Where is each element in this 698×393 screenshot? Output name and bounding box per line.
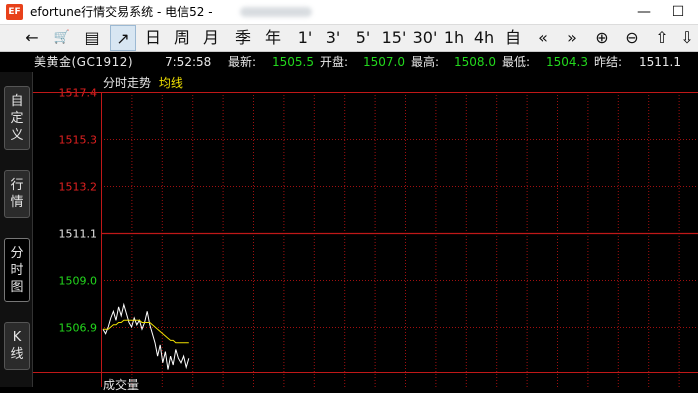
- high-label: 最高:: [411, 55, 440, 69]
- chart-header: 分时走势 均线: [103, 74, 183, 91]
- 15min-button[interactable]: 15': [380, 25, 408, 51]
- tab-custom-label: 自定义: [10, 94, 24, 143]
- yearly-button[interactable]: 年: [261, 25, 285, 51]
- chart-canvas[interactable]: 1517.41515.31513.21511.11509.01506.9: [33, 72, 698, 387]
- y-axis-tick-label: 1509.0: [59, 275, 98, 288]
- double-chevron-left-icon[interactable]: «: [531, 25, 555, 51]
- tab-kline-label: K线: [10, 330, 24, 362]
- instrument-name: 美黄金(GC1912): [34, 55, 134, 69]
- minimize-button[interactable]: —: [630, 2, 658, 22]
- quote-time: 7:52:58: [165, 55, 212, 69]
- redacted-server-name: [240, 7, 312, 17]
- high-value: 1508.0: [454, 55, 496, 69]
- y-axis-tick-label: 1513.2: [59, 181, 98, 194]
- down-arrow-icon[interactable]: ⇩: [676, 25, 698, 51]
- app-logo-icon: EF: [6, 4, 23, 20]
- weekly-button[interactable]: 周: [170, 25, 194, 51]
- price-series-line: [102, 302, 190, 370]
- back-arrow-icon[interactable]: ←: [20, 25, 44, 51]
- title-bar: EF efortune行情交易系统 - 电信52 - — ☐: [0, 0, 698, 25]
- latest-label: 最新:: [228, 55, 257, 69]
- latest-value: 1505.5: [272, 55, 314, 69]
- cart-icon[interactable]: 🛒: [50, 25, 74, 51]
- y-axis-tick-label: 1511.1: [59, 228, 98, 241]
- 30min-button[interactable]: 30': [410, 25, 440, 51]
- 1hour-button[interactable]: 1h: [442, 25, 466, 51]
- side-tab-bar: 自定义 行情 分时图 K线: [0, 72, 33, 387]
- y-axis-tick-label: 1515.3: [59, 134, 98, 147]
- quote-info-bar: 美黄金(GC1912) 7:52:58 最新: 1505.5 开盘: 1507.…: [0, 52, 698, 72]
- prev-settle-label: 昨结:: [594, 55, 623, 69]
- chart-title: 分时走势: [103, 76, 152, 90]
- y-axis-tick-label: 1506.9: [59, 322, 98, 335]
- 3min-button[interactable]: 3': [320, 25, 346, 51]
- zoom-in-icon[interactable]: ⊕: [590, 25, 614, 51]
- timeshare-chart-icon[interactable]: ↗: [110, 25, 136, 51]
- avg-line-legend: 均线: [158, 76, 183, 90]
- timeshare-chart[interactable]: 1517.4 1515.3 1513.2 1511.1 1509.0 1506.9 分时走…: [33, 72, 698, 392]
- monthly-button[interactable]: 月: [199, 25, 223, 51]
- avg-series-line: [103, 319, 189, 344]
- up-arrow-icon[interactable]: ⇧: [650, 25, 674, 51]
- quarterly-button[interactable]: 季: [231, 25, 255, 51]
- tab-kline[interactable]: K线: [4, 322, 30, 370]
- double-chevron-right-icon[interactable]: »: [560, 25, 584, 51]
- prev-settle-value: 1511.1: [639, 55, 681, 69]
- toolbar: ← 🛒 ▤ ↗ 日 周 月 季 年 1' 3' 5' 15' 30' 1h 4h…: [0, 25, 698, 52]
- daily-button[interactable]: 日: [141, 25, 165, 51]
- tab-timeshare-label: 分时图: [10, 246, 24, 295]
- window-title: efortune行情交易系统 - 电信52 -: [30, 5, 213, 19]
- 1min-button[interactable]: 1': [292, 25, 318, 51]
- open-value: 1507.0: [363, 55, 405, 69]
- tab-quotes[interactable]: 行情: [4, 170, 30, 218]
- zoom-out-icon[interactable]: ⊖: [620, 25, 644, 51]
- maximize-button[interactable]: ☐: [664, 2, 692, 22]
- custom-period-button[interactable]: 自: [501, 25, 525, 51]
- table-icon[interactable]: ▤: [80, 25, 104, 51]
- tab-timeshare[interactable]: 分时图: [4, 238, 30, 302]
- low-label: 最低:: [502, 55, 531, 69]
- open-label: 开盘:: [320, 55, 349, 69]
- volume-label: 成交量: [103, 378, 140, 392]
- tab-quotes-label: 行情: [10, 178, 24, 210]
- 5min-button[interactable]: 5': [350, 25, 376, 51]
- 4hour-button[interactable]: 4h: [472, 25, 496, 51]
- tab-custom[interactable]: 自定义: [4, 86, 30, 150]
- low-value: 1504.3: [546, 55, 588, 69]
